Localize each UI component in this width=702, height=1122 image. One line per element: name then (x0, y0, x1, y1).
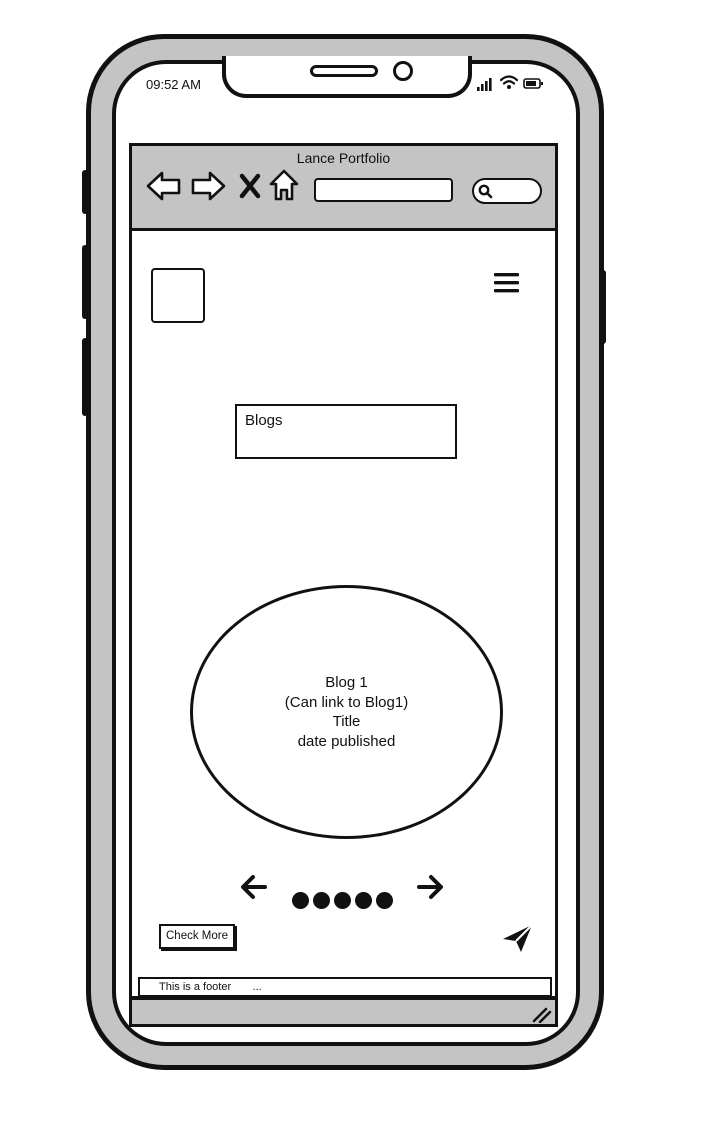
send-icon[interactable] (501, 922, 535, 954)
status-time: 09:52 AM (146, 77, 201, 92)
speaker-grille (310, 65, 378, 77)
check-more-button[interactable]: Check More (159, 924, 235, 949)
logo-placeholder[interactable] (151, 268, 205, 323)
close-icon[interactable] (238, 173, 262, 199)
blog-card-title: Title (332, 713, 361, 730)
carousel-next-arrow-icon[interactable] (416, 874, 444, 900)
carousel-prev-arrow-icon[interactable] (240, 874, 268, 900)
resize-grip-icon[interactable] (530, 1005, 552, 1023)
home-icon[interactable] (268, 168, 300, 202)
search-icon (478, 184, 493, 199)
wifi-icon (500, 75, 518, 89)
battery-icon (523, 78, 543, 89)
power-button (600, 270, 606, 344)
browser-status-bar (129, 997, 558, 1027)
blog-card-link-note: (Can link to Blog1) (284, 693, 409, 711)
page-title: Blogs (235, 404, 457, 459)
silent-switch (82, 170, 88, 214)
blog-card-name: Blog 1 (325, 674, 368, 691)
url-input[interactable] (314, 178, 453, 202)
blog-card-link[interactable]: Blog 1 (Can link to Blog1) Title date pu… (190, 585, 503, 839)
carousel-dot[interactable] (334, 892, 351, 909)
back-arrow-icon[interactable] (146, 170, 182, 202)
volume-up-button (82, 245, 88, 319)
carousel-dot[interactable] (313, 892, 330, 909)
browser-title: Lance Portfolio (296, 150, 391, 166)
front-camera (393, 61, 413, 81)
page-footer: This is a footer ... (138, 977, 552, 997)
volume-down-button (82, 338, 88, 416)
cellular-signal-icon (477, 78, 492, 91)
carousel-dot[interactable] (376, 892, 393, 909)
phone-notch (222, 56, 472, 98)
search-button[interactable] (472, 178, 542, 204)
blog-card-date: date published (297, 732, 396, 750)
carousel-dot[interactable] (355, 892, 372, 909)
forward-arrow-icon[interactable] (190, 170, 226, 202)
carousel-dots (292, 892, 393, 909)
carousel-dot[interactable] (292, 892, 309, 909)
hamburger-menu-icon[interactable] (493, 272, 521, 294)
